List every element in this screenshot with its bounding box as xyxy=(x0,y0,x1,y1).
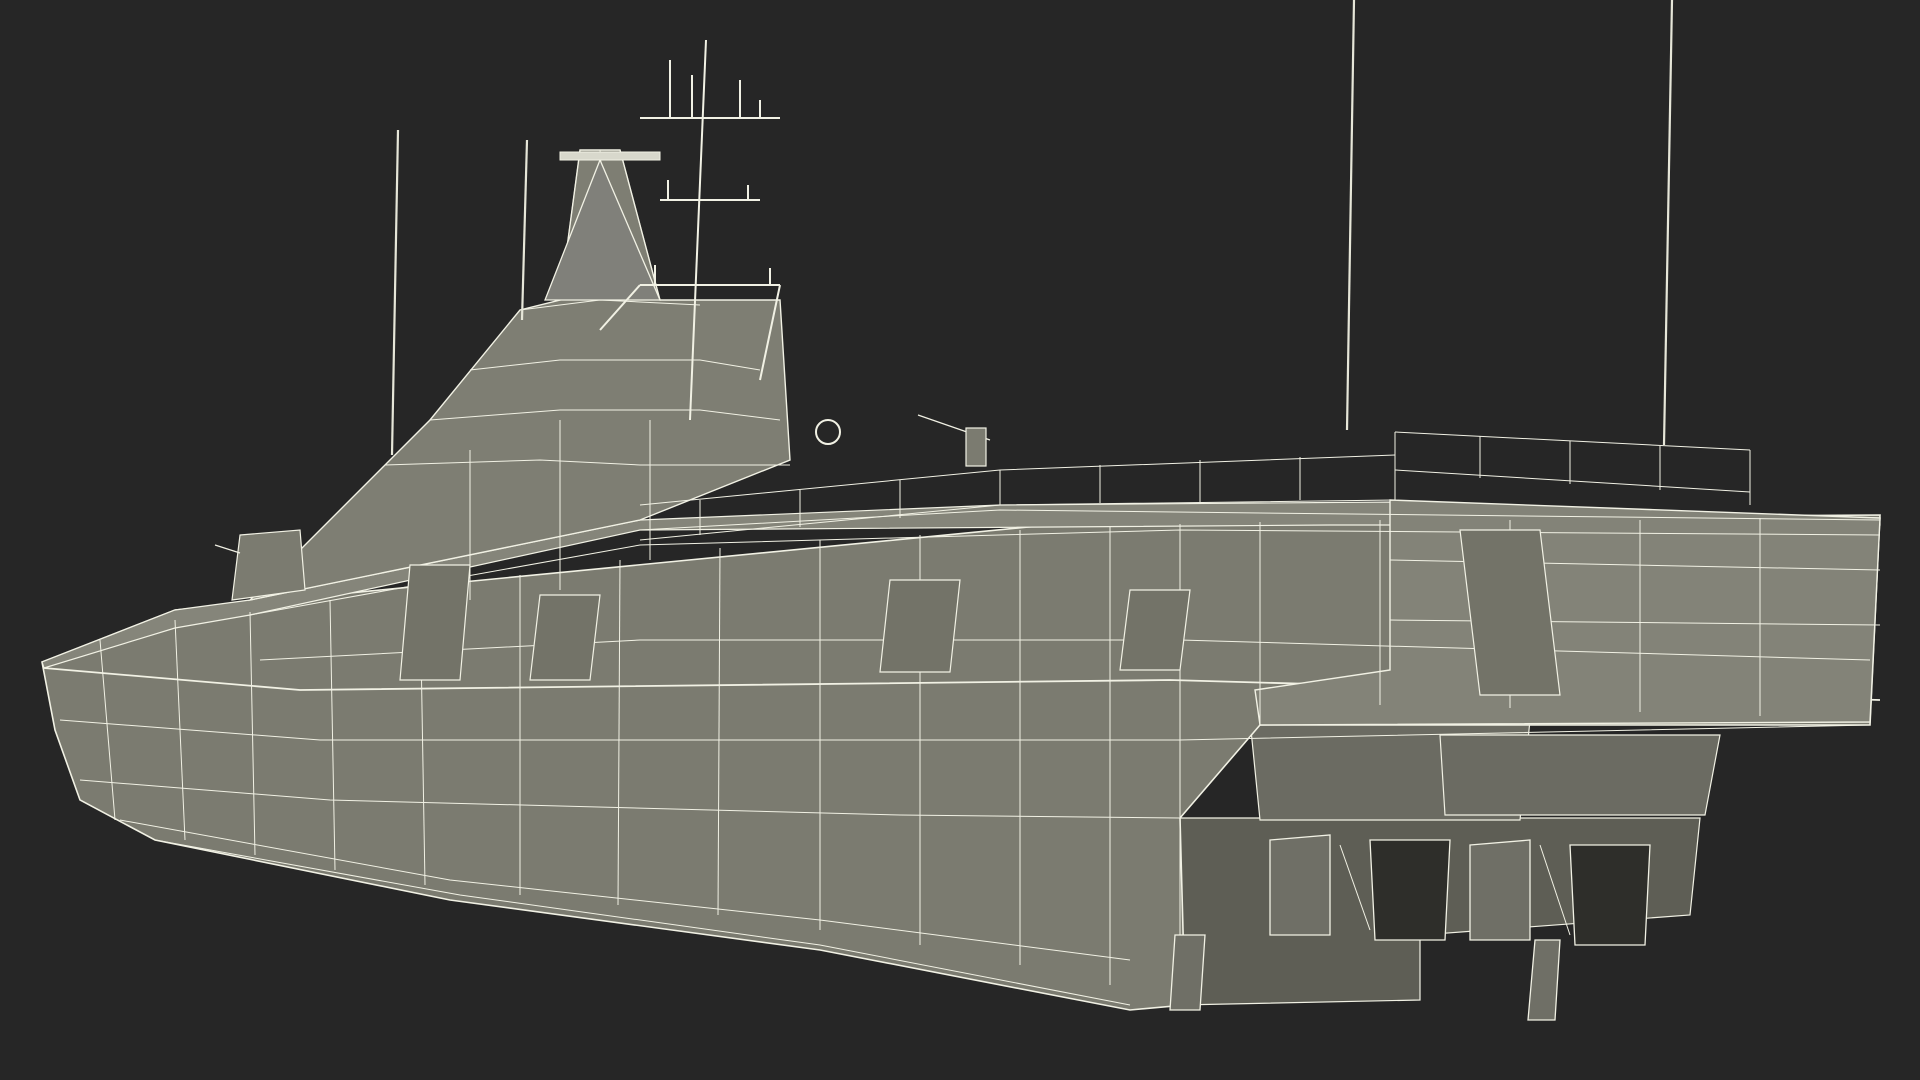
life-ring xyxy=(815,419,841,445)
render-viewport xyxy=(0,0,1920,1080)
ship-wireframe-render xyxy=(41,0,1881,1021)
radar-cone xyxy=(544,151,661,301)
